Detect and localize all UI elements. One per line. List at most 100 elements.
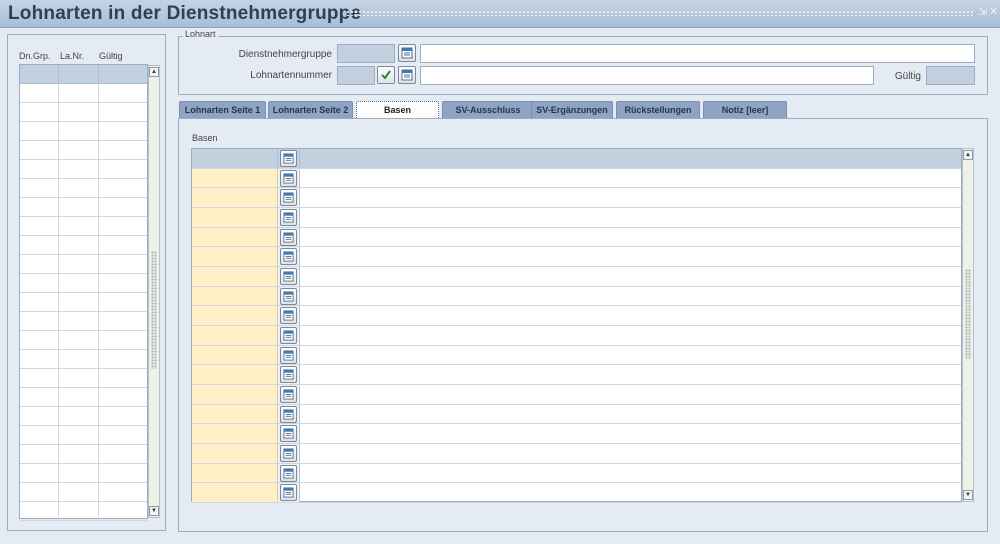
- list-item[interactable]: [20, 141, 147, 160]
- basen-key-cell[interactable]: [192, 188, 278, 207]
- basen-value-cell[interactable]: [300, 169, 961, 188]
- basen-key-cell[interactable]: [192, 207, 278, 227]
- list-cell[interactable]: [20, 236, 59, 254]
- basen-value-cell[interactable]: [300, 287, 961, 306]
- basen-key-cell[interactable]: [192, 345, 278, 365]
- basen-lookup-button[interactable]: [280, 385, 297, 403]
- header-lookup-button[interactable]: [280, 150, 297, 167]
- list-cell[interactable]: [99, 217, 147, 235]
- list-cell[interactable]: [20, 483, 59, 501]
- list-cell[interactable]: [20, 502, 59, 520]
- list-cell[interactable]: [59, 293, 99, 311]
- basen-value-cell[interactable]: [300, 483, 961, 502]
- list-cell[interactable]: [59, 369, 99, 387]
- list-cell[interactable]: [59, 179, 99, 197]
- basen-lookup-button[interactable]: [280, 307, 297, 325]
- list-cell[interactable]: [59, 445, 99, 463]
- list-cell[interactable]: [59, 502, 99, 520]
- scroll-down-icon[interactable]: ▼: [149, 506, 159, 516]
- list-cell[interactable]: [59, 217, 99, 235]
- list-item[interactable]: [20, 445, 147, 464]
- basen-key-cell[interactable]: [192, 443, 278, 463]
- list-cell[interactable]: [20, 274, 59, 292]
- basen-value-cell[interactable]: [300, 326, 961, 345]
- lohnartennummer-field[interactable]: [337, 66, 375, 85]
- tab-sv-ausschluss[interactable]: SV-Ausschluss: [442, 101, 534, 118]
- left-table-scrollbar[interactable]: ▲ ▼: [148, 65, 160, 518]
- basen-key-cell[interactable]: [192, 384, 278, 404]
- basen-lookup-button[interactable]: [280, 444, 297, 462]
- basen-key-cell[interactable]: [192, 404, 278, 424]
- list-cell[interactable]: [59, 84, 99, 102]
- list-cell[interactable]: [59, 160, 99, 178]
- list-cell[interactable]: [99, 312, 147, 330]
- list-cell[interactable]: [20, 388, 59, 406]
- list-item[interactable]: [20, 426, 147, 445]
- list-item[interactable]: [20, 331, 147, 350]
- basen-key-cell[interactable]: [192, 483, 278, 502]
- basen-value-cell[interactable]: [300, 306, 961, 325]
- table-row[interactable]: [192, 168, 961, 189]
- basen-key-cell[interactable]: [192, 365, 278, 384]
- basen-lookup-button[interactable]: [280, 346, 297, 364]
- list-cell[interactable]: [99, 407, 147, 425]
- basen-lookup-button[interactable]: [280, 267, 297, 285]
- list-cell[interactable]: [20, 407, 59, 425]
- scroll-grip[interactable]: [965, 269, 971, 359]
- scroll-up-icon[interactable]: ▲: [149, 67, 159, 77]
- list-cell[interactable]: [20, 179, 59, 197]
- list-item[interactable]: [20, 388, 147, 407]
- list-cell[interactable]: [59, 388, 99, 406]
- list-cell[interactable]: [99, 141, 147, 159]
- basen-value-cell[interactable]: [300, 424, 961, 443]
- tab-r-ckstellungen[interactable]: Rückstellungen: [616, 101, 700, 118]
- basen-lookup-button[interactable]: [280, 326, 297, 344]
- tab-lohnarten-seite-2[interactable]: Lohnarten Seite 2: [268, 101, 353, 118]
- list-cell[interactable]: [99, 331, 147, 349]
- dienstnehmergruppe-lookup-button[interactable]: [398, 44, 416, 62]
- list-cell[interactable]: [59, 255, 99, 273]
- list-cell[interactable]: [99, 274, 147, 292]
- gueltig-field[interactable]: [926, 66, 975, 85]
- list-cell[interactable]: [99, 84, 147, 102]
- basen-value-cell[interactable]: [300, 405, 961, 424]
- close-icon[interactable]: ✕: [989, 6, 999, 18]
- list-cell[interactable]: [99, 502, 147, 520]
- list-cell[interactable]: [99, 103, 147, 121]
- basen-lookup-button[interactable]: [280, 484, 297, 502]
- list-cell[interactable]: [59, 407, 99, 425]
- basen-value-cell[interactable]: [300, 444, 961, 463]
- basen-key-cell[interactable]: [192, 325, 278, 345]
- list-cell[interactable]: [20, 464, 59, 482]
- table-row[interactable]: [192, 463, 961, 484]
- basen-value-cell[interactable]: [300, 346, 961, 365]
- basen-key-cell[interactable]: [192, 463, 278, 483]
- list-cell[interactable]: [59, 426, 99, 444]
- table-row[interactable]: [192, 266, 961, 287]
- basen-lookup-button[interactable]: [280, 287, 297, 305]
- tab-lohnarten-seite-1[interactable]: Lohnarten Seite 1: [179, 101, 266, 118]
- table-row[interactable]: [192, 404, 961, 425]
- basen-key-cell[interactable]: [192, 286, 278, 306]
- basen-key-cell[interactable]: [192, 424, 278, 443]
- list-cell[interactable]: [99, 198, 147, 216]
- list-item[interactable]: [20, 407, 147, 426]
- basen-value-cell[interactable]: [300, 464, 961, 483]
- basen-value-cell[interactable]: [300, 188, 961, 207]
- list-cell[interactable]: [99, 122, 147, 140]
- basen-lookup-button[interactable]: [280, 208, 297, 226]
- list-item[interactable]: [20, 312, 147, 331]
- basen-key-cell[interactable]: [192, 168, 278, 188]
- table-row[interactable]: [192, 247, 961, 267]
- table-row[interactable]: [192, 227, 961, 248]
- list-cell[interactable]: [20, 369, 59, 387]
- lohnartennummer-name-field[interactable]: [420, 66, 874, 85]
- table-row[interactable]: [192, 286, 961, 307]
- list-item[interactable]: [20, 217, 147, 236]
- list-item[interactable]: [20, 84, 147, 103]
- basen-lookup-button[interactable]: [280, 248, 297, 266]
- list-cell[interactable]: [59, 141, 99, 159]
- list-item[interactable]: [20, 293, 147, 312]
- list-cell[interactable]: [20, 445, 59, 463]
- list-item[interactable]: [20, 464, 147, 483]
